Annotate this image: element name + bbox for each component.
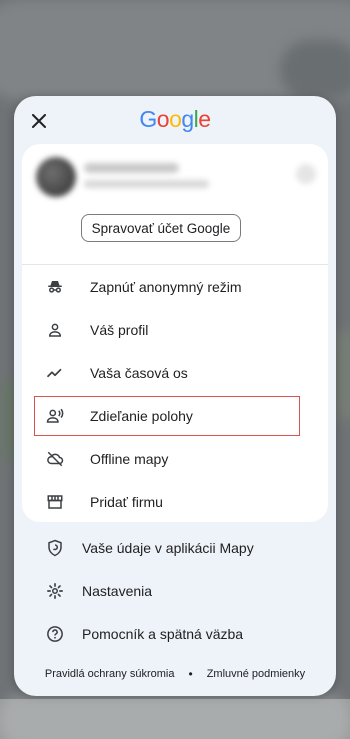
logo-letter: o <box>169 106 182 132</box>
menu-item-settings[interactable]: Nastavenia <box>14 569 336 612</box>
menu-item-add-business[interactable]: Pridať firmu <box>22 480 328 522</box>
secondary-menu: Vaše údaje v aplikácii Mapy Nastavenia P… <box>14 526 336 655</box>
timeline-icon <box>44 362 66 384</box>
person-icon <box>44 319 66 341</box>
avatar[interactable] <box>36 157 76 197</box>
menu-item-label: Nastavenia <box>82 582 153 599</box>
sheet-header: Google <box>14 96 336 148</box>
account-email-redacted <box>84 180 209 188</box>
footer-links: Pravidlá ochrany súkromia • Zmluvné podm… <box>14 663 336 685</box>
terms-link[interactable]: Zmluvné podmienky <box>207 668 305 680</box>
menu-item-timeline[interactable]: Vaša časová os <box>22 351 328 394</box>
menu-item-label: Zdieľanie polohy <box>90 407 193 424</box>
footer-separator: • <box>188 667 193 681</box>
menu-item-label: Pridať firmu <box>90 493 163 510</box>
menu-item-label: Vaše údaje v aplikácii Mapy <box>82 539 254 556</box>
menu-item-label: Vaša časová os <box>90 364 188 381</box>
menu-item-label: Pomocník a spätná väzba <box>82 625 244 642</box>
storefront-icon <box>44 491 66 513</box>
logo-letter: g <box>181 106 194 132</box>
menu-item-offline-maps[interactable]: Offline mapy <box>22 437 328 480</box>
account-section: Spravovať účet Google <box>22 144 328 264</box>
menu-item-location-sharing[interactable]: Zdieľanie polohy <box>22 394 328 437</box>
logo-letter: G <box>139 106 157 132</box>
logo-letter: o <box>156 106 170 132</box>
google-logo: Google <box>14 106 336 133</box>
menu-item-incognito[interactable]: Zapnúť anonymný režim <box>22 265 328 308</box>
account-menu-sheet: Google Spravovať účet Google Zapnúť anon… <box>14 96 336 696</box>
location-sharing-icon <box>44 405 66 427</box>
menu-item-your-data[interactable]: Vaše údaje v aplikácii Mapy <box>14 526 336 569</box>
privacy-policy-link[interactable]: Pravidlá ochrany súkromia <box>45 668 175 680</box>
help-icon <box>44 623 66 645</box>
account-switcher-icon[interactable] <box>296 164 316 184</box>
menu-item-help[interactable]: Pomocník a spätná väzba <box>14 612 336 655</box>
menu-item-label: Váš profil <box>90 321 149 338</box>
bottom-nav-blurred <box>0 699 350 739</box>
incognito-icon <box>44 276 66 298</box>
manage-account-button[interactable]: Spravovať účet Google <box>81 214 241 242</box>
menu-item-label: Zapnúť anonymný režim <box>90 278 242 295</box>
account-name-redacted <box>84 163 179 173</box>
offline-cloud-icon <box>44 448 66 470</box>
shield-icon <box>44 537 66 559</box>
account-card: Spravovať účet Google Zapnúť anonymný re… <box>22 144 328 522</box>
menu-item-profile[interactable]: Váš profil <box>22 308 328 351</box>
logo-letter: e <box>198 106 211 132</box>
gear-icon <box>44 580 66 602</box>
menu-item-label: Offline mapy <box>90 450 169 467</box>
